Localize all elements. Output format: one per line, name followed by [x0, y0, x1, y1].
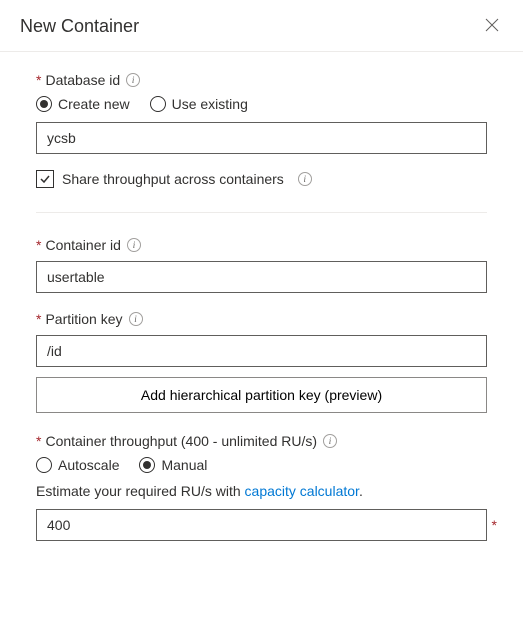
required-mark: * [492, 517, 497, 533]
required-mark: * [36, 311, 41, 327]
radio-icon [36, 96, 52, 112]
share-throughput-checkbox[interactable]: Share throughput across containers i [36, 170, 487, 188]
close-icon [485, 18, 499, 32]
partition-key-field: * Partition key i Add hierarchical parti… [36, 311, 487, 413]
radio-use-existing[interactable]: Use existing [150, 96, 248, 112]
radio-manual[interactable]: Manual [139, 457, 207, 473]
container-id-input[interactable] [36, 261, 487, 293]
capacity-calculator-link[interactable]: capacity calculator [245, 483, 359, 499]
container-id-label-row: * Container id i [36, 237, 487, 253]
info-icon[interactable]: i [126, 73, 140, 87]
help-suffix: . [359, 483, 363, 499]
container-id-label: Container id [45, 237, 121, 253]
throughput-help-text: Estimate your required RU/s with capacit… [36, 483, 487, 499]
radio-icon [139, 457, 155, 473]
radio-autoscale[interactable]: Autoscale [36, 457, 119, 473]
throughput-input[interactable] [36, 509, 487, 541]
radio-icon [36, 457, 52, 473]
radio-create-label: Create new [58, 96, 130, 112]
throughput-mode-radios: Autoscale Manual [36, 457, 487, 473]
container-id-field: * Container id i [36, 237, 487, 293]
close-button[interactable] [481, 14, 503, 39]
required-mark: * [36, 72, 41, 88]
section-divider [36, 212, 487, 213]
throughput-label: Container throughput (400 - unlimited RU… [45, 433, 317, 449]
info-icon[interactable]: i [127, 238, 141, 252]
partition-key-label: Partition key [45, 311, 122, 327]
info-icon[interactable]: i [323, 434, 337, 448]
required-mark: * [36, 433, 41, 449]
info-icon[interactable]: i [129, 312, 143, 326]
radio-manual-label: Manual [161, 457, 207, 473]
share-throughput-label: Share throughput across containers [62, 171, 284, 187]
database-mode-radios: Create new Use existing [36, 96, 487, 112]
radio-existing-label: Use existing [172, 96, 248, 112]
add-hierarchical-button[interactable]: Add hierarchical partition key (preview) [36, 377, 487, 413]
partition-key-label-row: * Partition key i [36, 311, 487, 327]
partition-key-input[interactable] [36, 335, 487, 367]
form-body: * Database id i Create new Use existing … [0, 52, 523, 573]
checkbox-icon [36, 170, 54, 188]
radio-icon [150, 96, 166, 112]
info-icon[interactable]: i [298, 172, 312, 186]
database-id-label-row: * Database id i [36, 72, 487, 88]
panel-title: New Container [20, 16, 139, 37]
database-id-field: * Database id i Create new Use existing … [36, 72, 487, 188]
throughput-field: * Container throughput (400 - unlimited … [36, 433, 487, 541]
throughput-label-row: * Container throughput (400 - unlimited … [36, 433, 487, 449]
database-id-label: Database id [45, 72, 120, 88]
radio-autoscale-label: Autoscale [58, 457, 119, 473]
radio-create-new[interactable]: Create new [36, 96, 130, 112]
panel-header: New Container [0, 0, 523, 52]
throughput-input-row: * [36, 509, 487, 541]
database-id-input[interactable] [36, 122, 487, 154]
help-prefix: Estimate your required RU/s with [36, 483, 245, 499]
required-mark: * [36, 237, 41, 253]
